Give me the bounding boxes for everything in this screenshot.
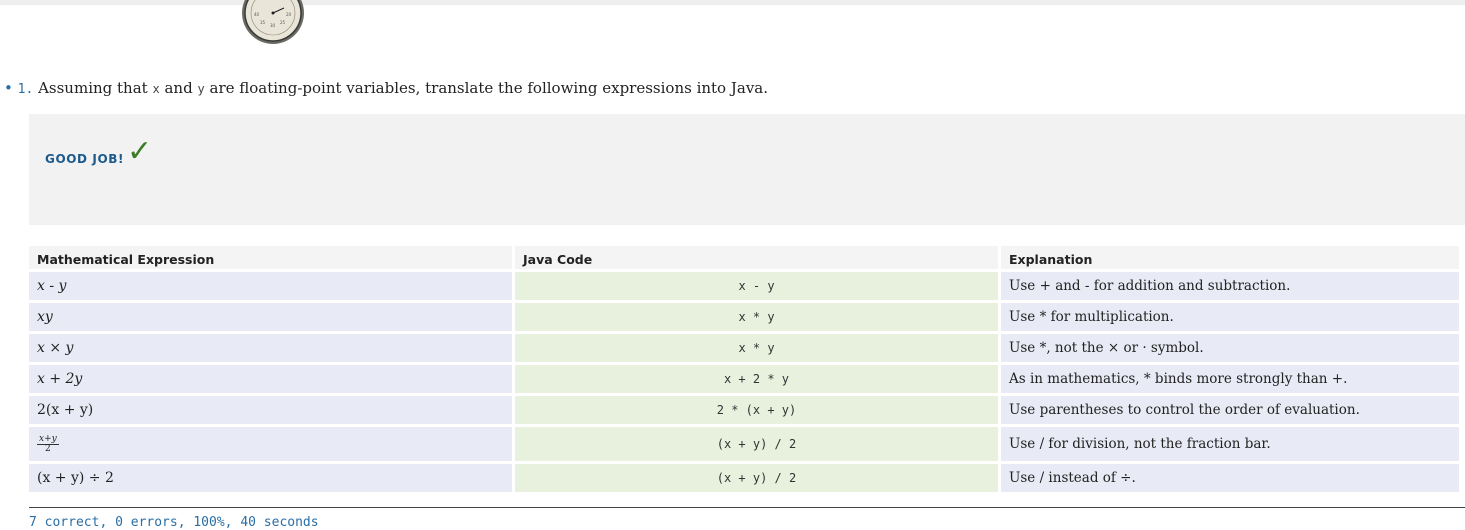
table-row: x - y x - y Use + and - for addition and… [29, 272, 1459, 300]
svg-text:30: 30 [270, 23, 276, 28]
math-expression: x + 2y [37, 371, 83, 387]
question-prompt: • 1. Assuming that x and y are floating-… [4, 78, 768, 100]
math-expression: 2(x + y) [37, 402, 94, 418]
svg-text:35: 35 [260, 20, 266, 25]
top-toolbar-strip [0, 0, 1465, 5]
math-cell: x+y 2 [29, 427, 512, 461]
explanation-cell: Use parentheses to control the order of … [1001, 396, 1459, 424]
svg-text:40: 40 [254, 12, 260, 17]
math-cell: x + 2y [29, 365, 512, 393]
question-bullet: • [4, 79, 13, 97]
math-expression: x - y [37, 278, 67, 294]
var-y: y [197, 82, 205, 96]
table-header-row: Mathematical Expression Java Code Explan… [29, 246, 1459, 269]
checkmark-icon: ✓ [127, 134, 153, 169]
code-cell: x * y [515, 334, 998, 362]
stopwatch-icon: 30 35 25 40 20 [240, 0, 306, 46]
math-cell: x - y [29, 272, 512, 300]
code-cell: (x + y) / 2 [515, 427, 998, 461]
question-text-and: and [164, 79, 193, 97]
explanation-cell: Use / instead of ÷. [1001, 464, 1459, 492]
math-cell: (x + y) ÷ 2 [29, 464, 512, 492]
good-job-label: GOOD JOB! [45, 152, 125, 166]
svg-text:25: 25 [280, 20, 286, 25]
fraction-denominator: 2 [44, 443, 51, 454]
math-cell: xy [29, 303, 512, 331]
code-cell: x * y [515, 303, 998, 331]
table-row: x + 2y x + 2 * y As in mathematics, * bi… [29, 365, 1459, 393]
explanation-cell: Use *, not the × or · symbol. [1001, 334, 1459, 362]
explanation-cell: As in mathematics, * binds more strongly… [1001, 365, 1459, 393]
math-expression: (x + y) ÷ 2 [37, 470, 114, 486]
explanation-cell: Use + and - for addition and subtraction… [1001, 272, 1459, 300]
header-explanation: Explanation [1001, 246, 1459, 269]
code-cell: x + 2 * y [515, 365, 998, 393]
score-status: 7 correct, 0 errors, 100%, 40 seconds [29, 515, 319, 530]
question-number: 1. [17, 82, 34, 97]
feedback-panel: GOOD JOB! ✓ [29, 114, 1465, 225]
table-row: xy x * y Use * for multiplication. [29, 303, 1459, 331]
math-cell: x × y [29, 334, 512, 362]
header-java: Java Code [515, 246, 998, 269]
code-cell: (x + y) / 2 [515, 464, 998, 492]
code-cell: 2 * (x + y) [515, 396, 998, 424]
math-expression: x × y [37, 340, 74, 356]
header-math: Mathematical Expression [29, 246, 512, 269]
expression-table: Mathematical Expression Java Code Explan… [26, 243, 1462, 495]
question-text-before: Assuming that [38, 79, 148, 97]
code-cell: x - y [515, 272, 998, 300]
divider [29, 507, 1465, 508]
fraction: x+y 2 [37, 433, 59, 454]
question-text-after: are floating-point variables, translate … [209, 79, 769, 97]
fraction-numerator: x+y [37, 433, 59, 445]
math-expression: xy [37, 309, 53, 325]
explanation-cell: Use / for division, not the fraction bar… [1001, 427, 1459, 461]
explanation-cell: Use * for multiplication. [1001, 303, 1459, 331]
svg-text:20: 20 [286, 12, 292, 17]
table-row: x × y x * y Use *, not the × or · symbol… [29, 334, 1459, 362]
table-row: (x + y) ÷ 2 (x + y) / 2 Use / instead of… [29, 464, 1459, 492]
var-x: x [152, 82, 160, 96]
math-cell: 2(x + y) [29, 396, 512, 424]
table-row: 2(x + y) 2 * (x + y) Use parentheses to … [29, 396, 1459, 424]
table-row: x+y 2 (x + y) / 2 Use / for division, no… [29, 427, 1459, 461]
